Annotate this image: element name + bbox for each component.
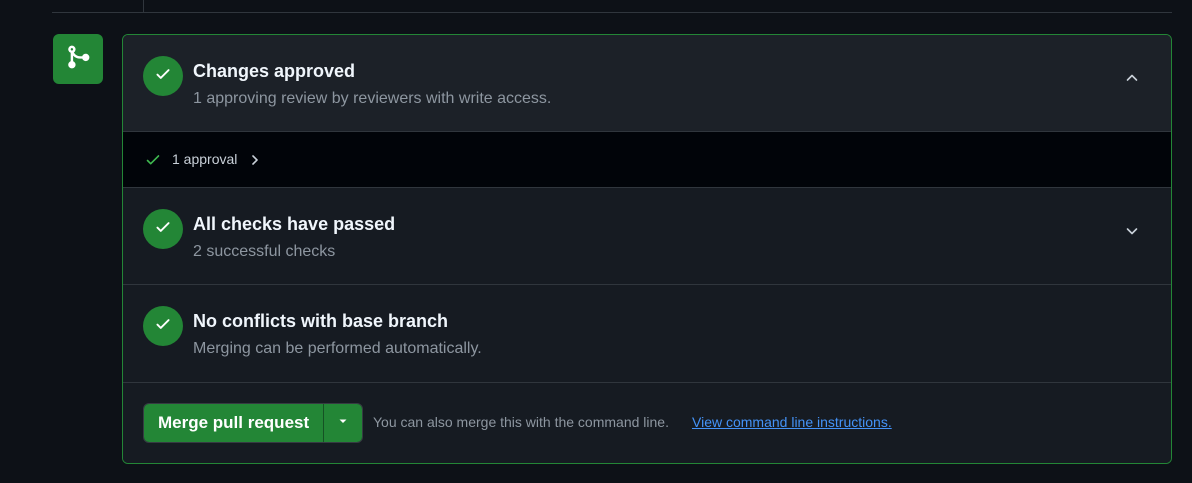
check-icon [154, 315, 172, 338]
check-icon [145, 152, 161, 173]
approval-details-row: 1 approval [123, 132, 1171, 188]
caret-down-icon [337, 414, 349, 432]
chevron-right-icon [249, 153, 261, 172]
conflicts-section: No conflicts with base branch Merging ca… [123, 285, 1171, 383]
command-line-hint: You can also merge this with the command… [373, 414, 669, 430]
conflicts-title: No conflicts with base branch [193, 311, 449, 331]
check-icon [154, 218, 172, 241]
merge-pull-request-button[interactable]: Merge pull request [144, 404, 325, 442]
merge-actions: Merge pull request You can also merge th… [123, 383, 1171, 463]
checks-subtitle: 2 successful checks [193, 243, 336, 260]
chevron-up-icon [1124, 70, 1140, 91]
git-merge-icon [65, 44, 91, 75]
conflicts-subtitle: Merging can be performed automatically. [193, 340, 482, 357]
approved-title: Changes approved [193, 61, 356, 81]
command-line-instructions-link[interactable]: View command line instructions. [692, 414, 892, 430]
timeline-line [143, 0, 144, 12]
merge-panel-page: Changes approved 1 approving review by r… [0, 0, 1192, 483]
timeline-divider [52, 12, 1172, 13]
chevron-down-icon [1124, 223, 1140, 244]
conflicts-status-icon [143, 306, 183, 346]
checks-title: All checks have passed [193, 214, 396, 234]
merge-button-group: Merge pull request [143, 403, 364, 443]
checks-status-icon [143, 209, 183, 249]
collapse-approvals-button[interactable] [1123, 71, 1141, 89]
merge-status-box: Changes approved 1 approving review by r… [122, 34, 1172, 464]
merge-method-dropdown-button[interactable] [324, 404, 363, 442]
approved-status-icon [143, 56, 183, 96]
merge-badge [53, 34, 103, 84]
expand-checks-button[interactable] [1123, 224, 1141, 242]
approved-subtitle: 1 approving review by reviewers with wri… [193, 90, 552, 107]
approvals-section: Changes approved 1 approving review by r… [123, 35, 1171, 132]
checks-section: All checks have passed 2 successful chec… [123, 188, 1171, 285]
check-icon [154, 65, 172, 88]
approval-count-label: 1 approval [172, 151, 238, 167]
